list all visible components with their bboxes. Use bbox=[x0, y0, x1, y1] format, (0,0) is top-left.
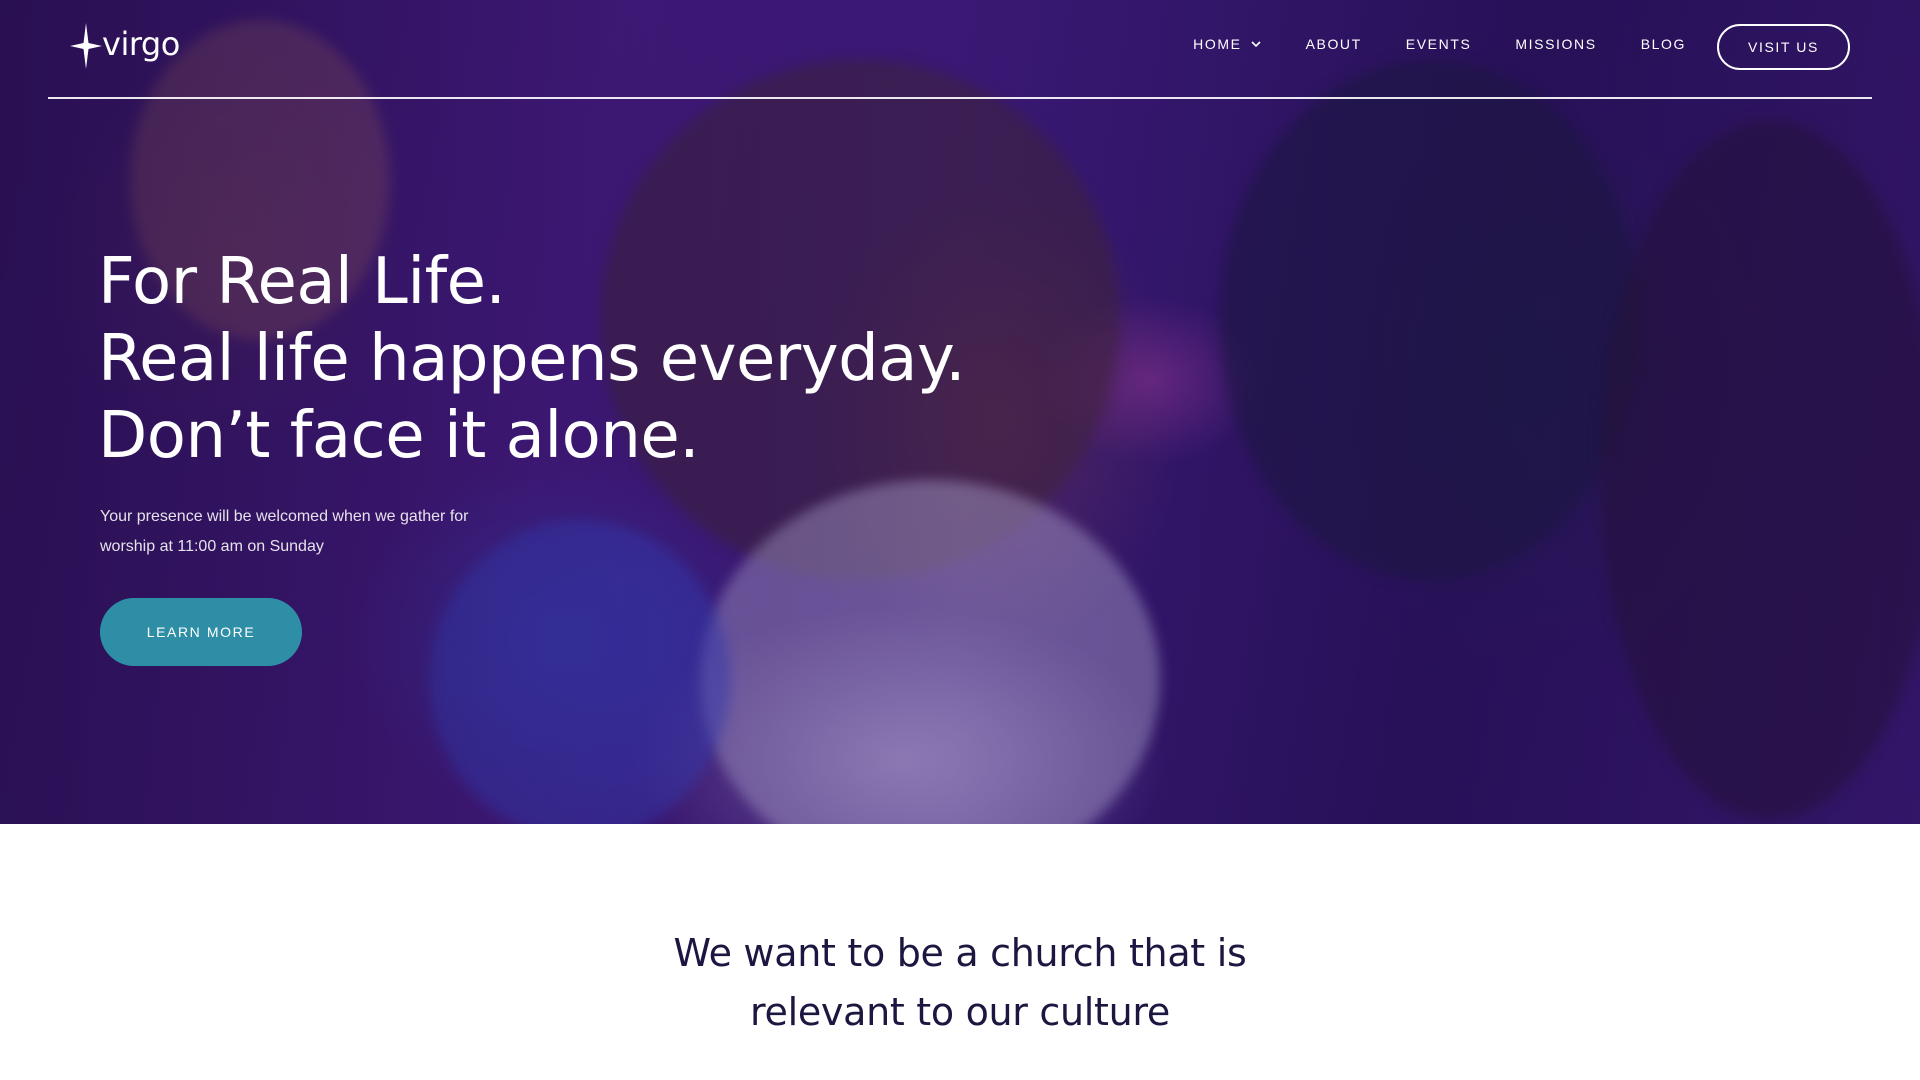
mission-line: relevant to our culture bbox=[750, 990, 1170, 1034]
nav-item-label: MISSIONS bbox=[1515, 36, 1597, 52]
nav-item-label: EVENTS bbox=[1405, 36, 1472, 52]
headline-line: Real life happens everyday. bbox=[98, 322, 966, 396]
nav-item-label: HOME bbox=[1193, 36, 1242, 52]
mission-heading: We want to be a church that is relevant … bbox=[0, 924, 1920, 1042]
visit-us-button[interactable]: VISIT US bbox=[1717, 24, 1850, 70]
learn-more-button[interactable]: LEARN MORE bbox=[100, 598, 302, 666]
nav-item-missions[interactable]: MISSIONS bbox=[1515, 36, 1596, 52]
brand-name: virgo bbox=[102, 25, 180, 63]
hero-headline: For Real Life. Real life happens everyda… bbox=[98, 244, 966, 475]
nav-item-about[interactable]: ABOUT bbox=[1306, 36, 1362, 52]
mission-line: We want to be a church that is bbox=[673, 931, 1247, 975]
site-logo[interactable]: virgo bbox=[70, 22, 180, 70]
headline-line: For Real Life. bbox=[98, 245, 506, 319]
nav-item-label: BLOG bbox=[1640, 36, 1686, 52]
hero-section: virgo HOME ABOUT EVENTS MISSIONS BLOG VI bbox=[0, 0, 1920, 824]
four-point-star-icon bbox=[70, 23, 102, 69]
nav-item-events[interactable]: EVENTS bbox=[1406, 36, 1472, 52]
site-header: virgo HOME ABOUT EVENTS MISSIONS BLOG VI bbox=[48, 0, 1872, 99]
nav-item-label: ABOUT bbox=[1305, 36, 1362, 52]
headline-line: Don’t face it alone. bbox=[98, 399, 700, 473]
main-nav: HOME ABOUT EVENTS MISSIONS BLOG bbox=[1193, 36, 1686, 52]
nav-item-home[interactable]: HOME bbox=[1193, 36, 1261, 52]
chevron-down-icon bbox=[1250, 41, 1261, 48]
hero-subtext: Your presence will be welcomed when we g… bbox=[100, 508, 469, 555]
nav-item-blog[interactable]: BLOG bbox=[1641, 36, 1686, 52]
